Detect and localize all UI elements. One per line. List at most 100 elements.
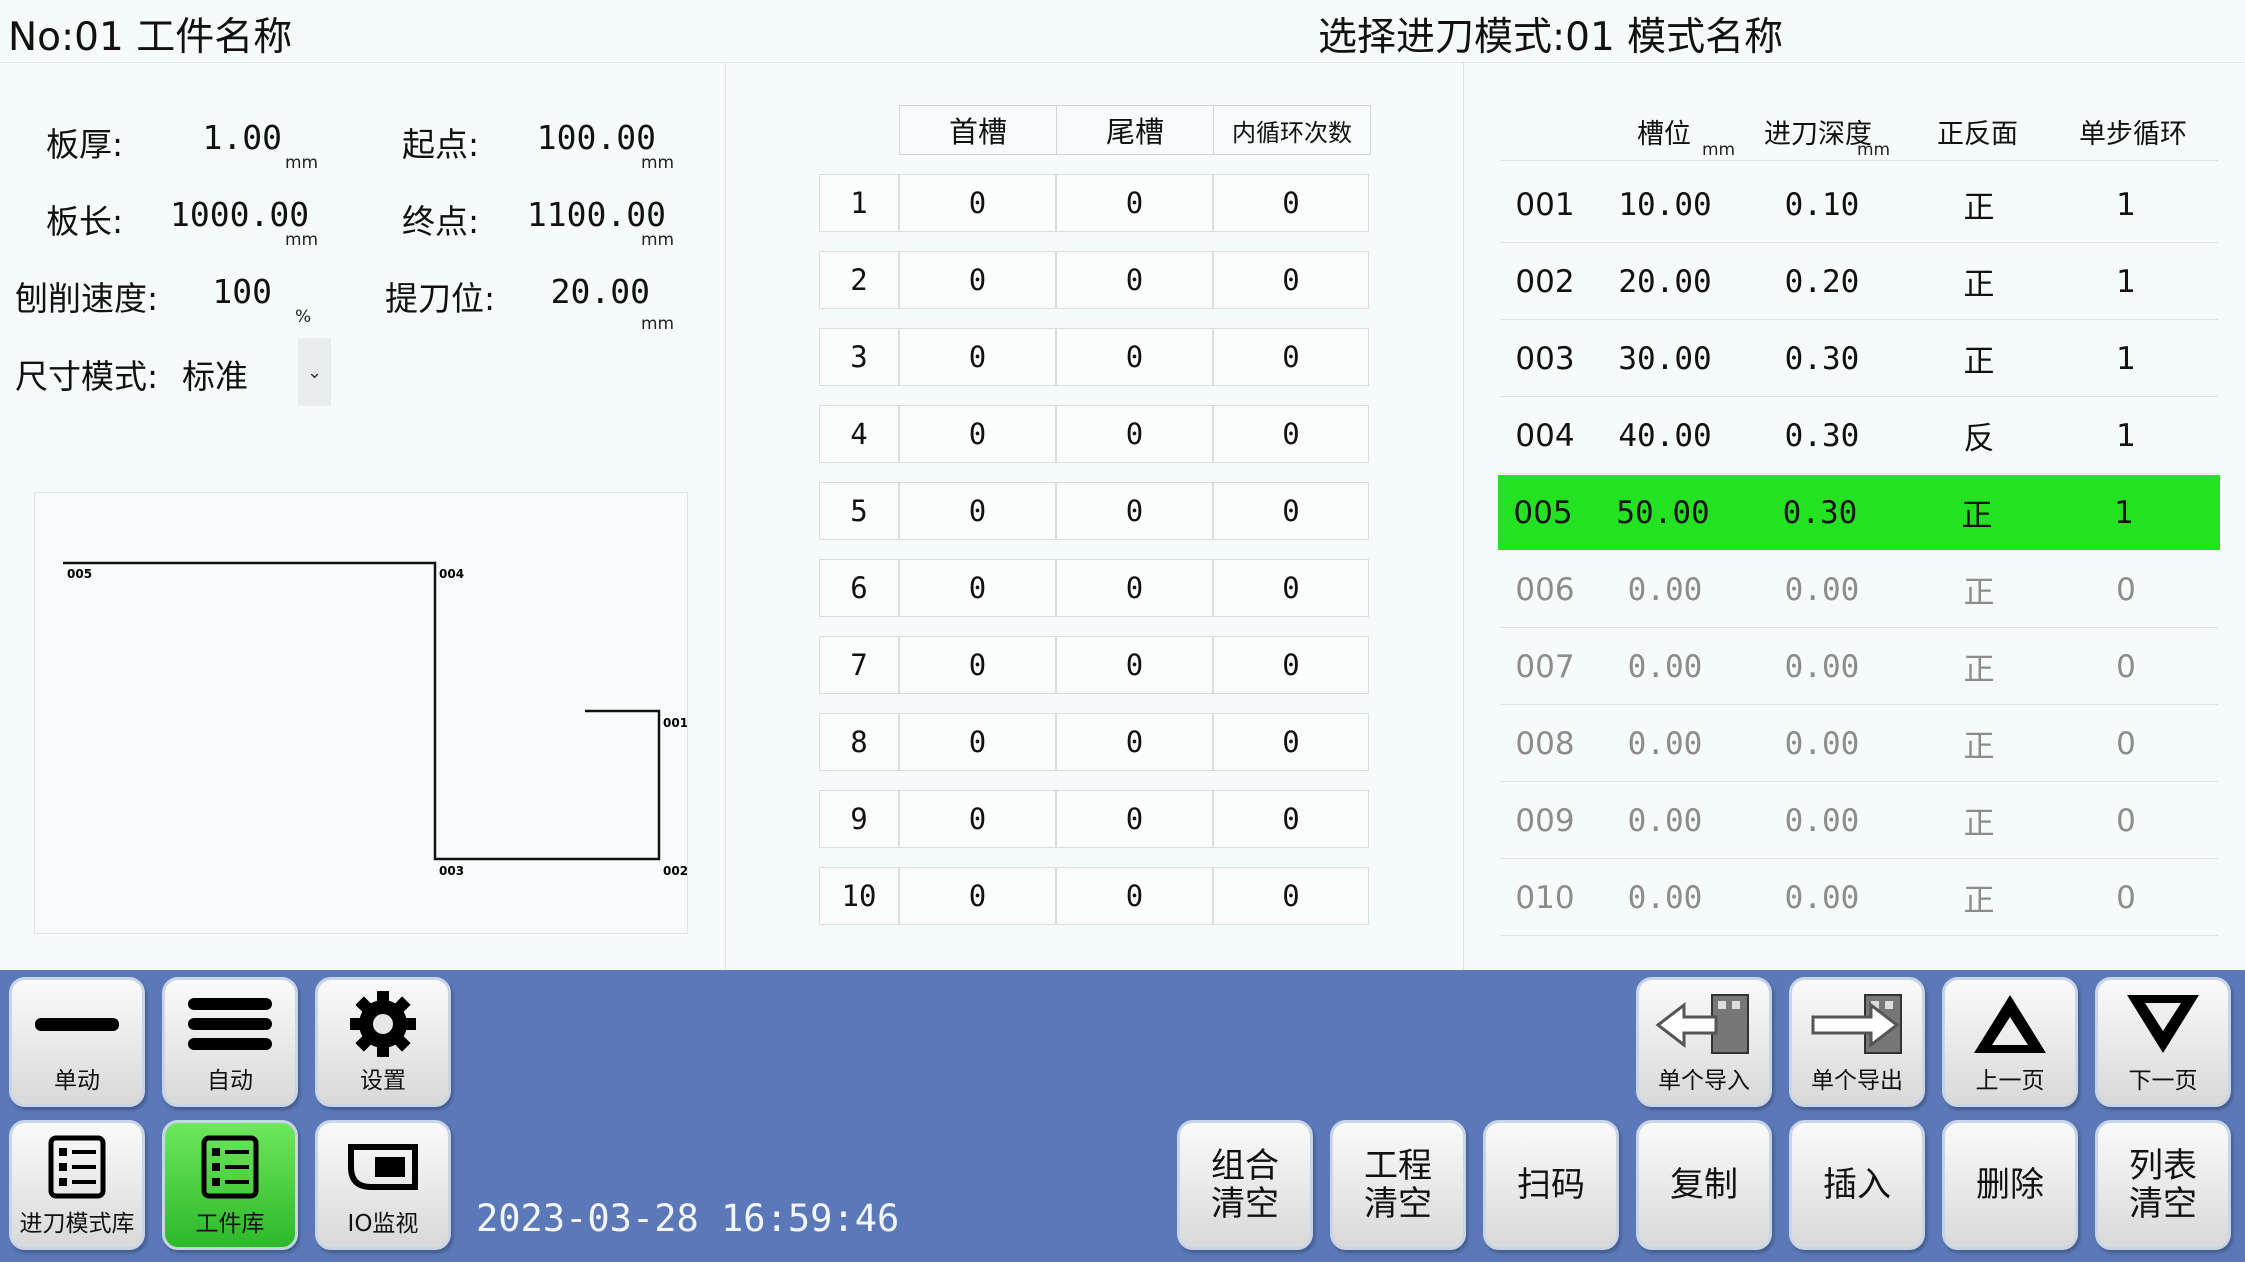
groove-first-cell[interactable]: 0 <box>899 482 1056 540</box>
lift-value[interactable]: 20.00 <box>540 272 650 311</box>
step-position-cell[interactable]: 0.00 <box>1606 552 1724 627</box>
step-side-cell[interactable]: 正 <box>1914 860 2044 935</box>
workpiece-library-button[interactable]: 工件库 <box>162 1120 298 1250</box>
groove-table-row[interactable]: 9000 <box>819 790 1369 848</box>
groove-loops-cell[interactable]: 0 <box>1213 790 1369 848</box>
step-position-cell[interactable]: 20.00 <box>1606 244 1724 319</box>
step-table-row[interactable]: 002 20.00 0.20 正 1 <box>1500 244 2218 320</box>
groove-first-cell[interactable]: 0 <box>899 713 1056 771</box>
auto-button[interactable]: 自动 <box>162 977 298 1107</box>
step-depth-cell[interactable]: 0.10 <box>1762 167 1882 242</box>
start-value[interactable]: 100.00 <box>520 118 656 157</box>
groove-table-row[interactable]: 8000 <box>819 713 1369 771</box>
step-side-cell[interactable]: 反 <box>1914 398 2044 473</box>
groove-first-cell[interactable]: 0 <box>899 405 1056 463</box>
step-depth-cell[interactable]: 0.30 <box>1760 475 1880 550</box>
step-position-cell[interactable]: 0.00 <box>1606 860 1724 935</box>
step-loop-cell[interactable]: 0 <box>2056 552 2196 627</box>
step-table-row[interactable]: 010 0.00 0.00 正 0 <box>1500 860 2218 936</box>
scan-button[interactable]: 扫码 <box>1483 1120 1619 1250</box>
groove-loops-cell[interactable]: 0 <box>1213 405 1369 463</box>
settings-button[interactable]: 设置 <box>315 977 451 1107</box>
groove-last-cell[interactable]: 0 <box>1056 559 1213 617</box>
groove-table-row[interactable]: 5000 <box>819 482 1369 540</box>
step-table-row[interactable]: 007 0.00 0.00 正 0 <box>1500 629 2218 705</box>
step-loop-cell[interactable]: 1 <box>2056 398 2196 473</box>
groove-table-row[interactable]: 7000 <box>819 636 1369 694</box>
clear-combo-button[interactable]: 组合 清空 <box>1177 1120 1313 1250</box>
groove-first-cell[interactable]: 0 <box>899 636 1056 694</box>
groove-first-cell[interactable]: 0 <box>899 251 1056 309</box>
speed-value[interactable]: 100 <box>200 272 272 311</box>
import-single-button[interactable]: 单个导入 <box>1636 977 1772 1107</box>
groove-first-cell[interactable]: 0 <box>899 867 1056 925</box>
step-depth-cell[interactable]: 0.00 <box>1762 552 1882 627</box>
groove-last-cell[interactable]: 0 <box>1056 636 1213 694</box>
groove-loops-cell[interactable]: 0 <box>1213 251 1369 309</box>
groove-last-cell[interactable]: 0 <box>1056 405 1213 463</box>
step-depth-cell[interactable]: 0.30 <box>1762 321 1882 396</box>
step-position-cell[interactable]: 0.00 <box>1606 629 1724 704</box>
groove-table-row[interactable]: 1000 <box>819 174 1369 232</box>
step-loop-cell[interactable]: 1 <box>2056 321 2196 396</box>
groove-loops-cell[interactable]: 0 <box>1213 636 1369 694</box>
step-depth-cell[interactable]: 0.00 <box>1762 860 1882 935</box>
step-position-cell[interactable]: 50.00 <box>1604 475 1722 550</box>
groove-last-cell[interactable]: 0 <box>1056 328 1213 386</box>
step-table-row[interactable]: 005 50.00 0.30 正 1 <box>1498 475 2220 550</box>
step-loop-cell[interactable]: 0 <box>2056 706 2196 781</box>
groove-loops-cell[interactable]: 0 <box>1213 328 1369 386</box>
step-position-cell[interactable]: 0.00 <box>1606 706 1724 781</box>
size-mode-value[interactable]: 标准 <box>182 350 248 398</box>
groove-table-row[interactable]: 10 0 0 0 <box>819 867 1369 925</box>
step-side-cell[interactable]: 正 <box>1914 706 2044 781</box>
groove-table-row[interactable]: 3000 <box>819 328 1369 386</box>
size-mode-dropdown[interactable]: ⌄ <box>298 338 331 406</box>
step-side-cell[interactable]: 正 <box>1914 629 2044 704</box>
groove-first-cell[interactable]: 0 <box>899 328 1056 386</box>
end-value[interactable]: 1100.00 <box>520 195 666 234</box>
length-value[interactable]: 1000.00 <box>170 195 309 234</box>
step-position-cell[interactable]: 30.00 <box>1606 321 1724 396</box>
step-position-cell[interactable]: 0.00 <box>1606 783 1724 858</box>
step-loop-cell[interactable]: 0 <box>2056 783 2196 858</box>
step-depth-cell[interactable]: 0.30 <box>1762 398 1882 473</box>
step-depth-cell[interactable]: 0.20 <box>1762 244 1882 319</box>
groove-last-cell[interactable]: 0 <box>1056 482 1213 540</box>
groove-loops-cell[interactable]: 0 <box>1213 482 1369 540</box>
step-position-cell[interactable]: 10.00 <box>1606 167 1724 242</box>
feed-mode-title[interactable]: 选择进刀模式:01 模式名称 <box>1318 6 1783 62</box>
groove-loops-cell[interactable]: 0 <box>1213 174 1369 232</box>
groove-first-cell[interactable]: 0 <box>899 790 1056 848</box>
groove-last-cell[interactable]: 0 <box>1056 713 1213 771</box>
groove-last-cell[interactable]: 0 <box>1056 174 1213 232</box>
step-side-cell[interactable]: 正 <box>1914 321 2044 396</box>
groove-table-row[interactable]: 4000 <box>819 405 1369 463</box>
step-loop-cell[interactable]: 0 <box>2056 629 2196 704</box>
step-loop-cell[interactable]: 0 <box>2056 860 2196 935</box>
step-side-cell[interactable]: 正 <box>1914 783 2044 858</box>
step-side-cell[interactable]: 正 <box>1912 475 2042 550</box>
step-table-row[interactable]: 006 0.00 0.00 正 0 <box>1500 552 2218 628</box>
copy-button[interactable]: 复制 <box>1636 1120 1772 1250</box>
step-table-row[interactable]: 004 40.00 0.30 反 1 <box>1500 398 2218 474</box>
groove-table-row[interactable]: 6000 <box>819 559 1369 617</box>
next-page-button[interactable]: 下一页 <box>2095 977 2231 1107</box>
groove-table-row[interactable]: 2000 <box>819 251 1369 309</box>
prev-page-button[interactable]: 上一页 <box>1942 977 2078 1107</box>
step-table-row[interactable]: 009 0.00 0.00 正 0 <box>1500 783 2218 859</box>
feed-library-button[interactable]: 进刀模式库 <box>9 1120 145 1250</box>
step-loop-cell[interactable]: 1 <box>2056 167 2196 242</box>
clear-list-button[interactable]: 列表 清空 <box>2095 1120 2231 1250</box>
delete-button[interactable]: 删除 <box>1942 1120 2078 1250</box>
step-table-row[interactable]: 008 0.00 0.00 正 0 <box>1500 706 2218 782</box>
thickness-value[interactable]: 1.00 <box>170 118 282 157</box>
step-table-row[interactable]: 001 10.00 0.10 正 1 <box>1500 167 2218 243</box>
step-loop-cell[interactable]: 1 <box>2054 475 2194 550</box>
clear-project-button[interactable]: 工程 清空 <box>1330 1120 1466 1250</box>
insert-button[interactable]: 插入 <box>1789 1120 1925 1250</box>
groove-first-cell[interactable]: 0 <box>899 559 1056 617</box>
groove-last-cell[interactable]: 0 <box>1056 867 1213 925</box>
step-position-cell[interactable]: 40.00 <box>1606 398 1724 473</box>
groove-first-cell[interactable]: 0 <box>899 174 1056 232</box>
